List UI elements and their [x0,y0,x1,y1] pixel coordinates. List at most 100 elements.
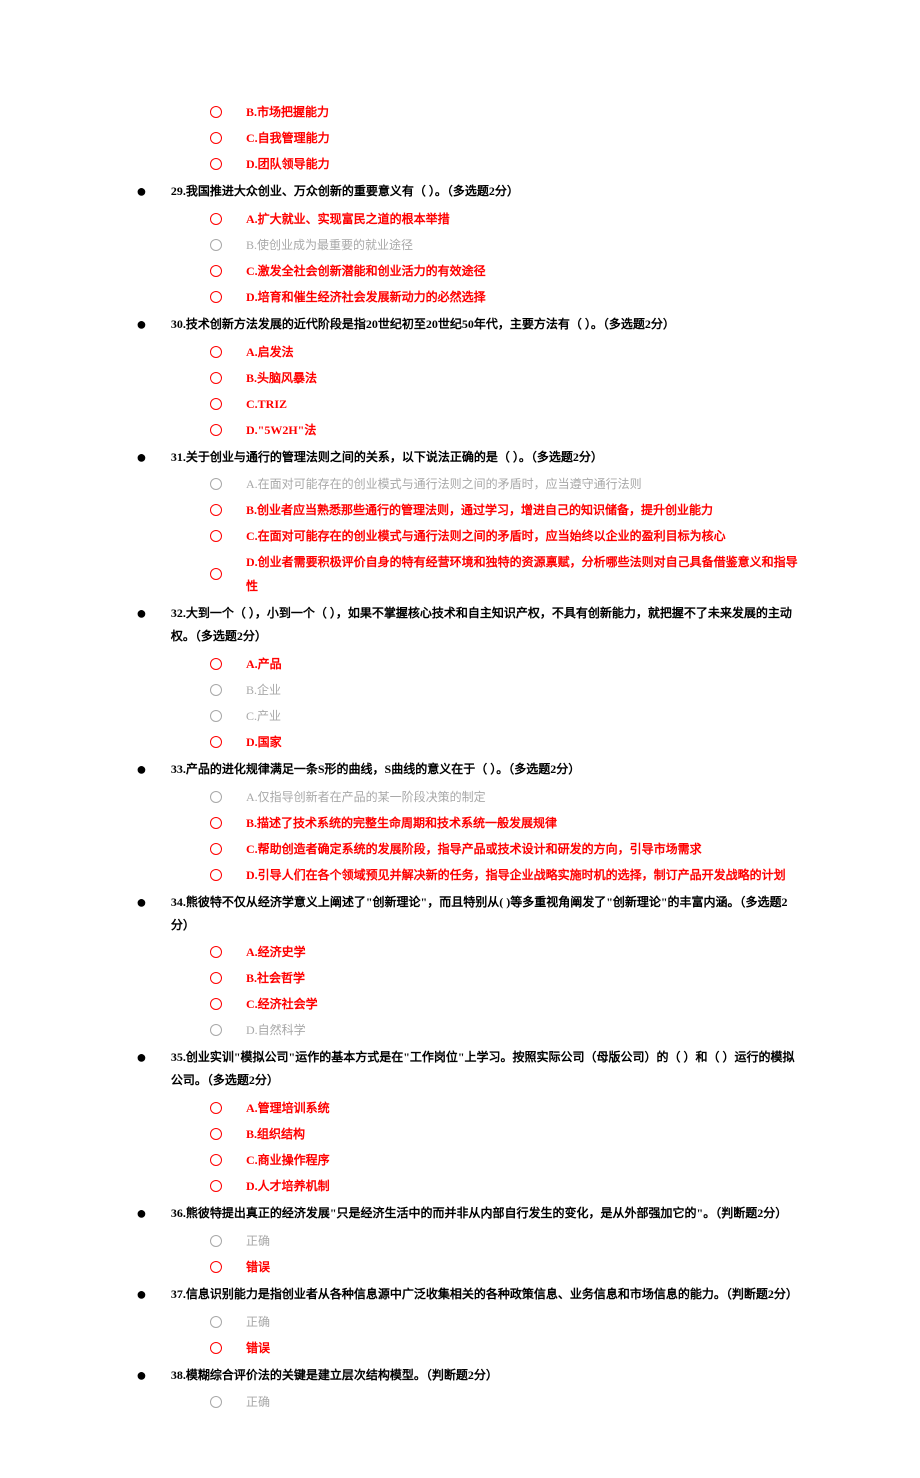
radio-circle-icon [210,504,222,516]
options-list: A.仅指导创新者在产品的某一阶段决策的制定B.描述了技术系统的完整生命周期和技术… [210,785,800,887]
option-row[interactable]: C.TRIZ [210,392,800,416]
question-block: ● 30.技术创新方法发展的近代阶段是指20世纪初至20世纪50年代，主要方法有（… [120,313,800,442]
option-row[interactable]: C.商业操作程序 [210,1148,800,1172]
option-row[interactable]: C.经济社会学 [210,992,800,1016]
option-row[interactable]: A.扩大就业、实现富民之道的根本举措 [210,207,800,231]
radio-circle-icon [210,1235,222,1247]
option-text: A.在面对可能存在的创业模式与通行法则之间的矛盾时，应当遵守通行法则 [246,472,642,496]
option-row[interactable]: B.头脑风暴法 [210,366,800,390]
option-text: A.经济史学 [246,940,306,964]
option-row[interactable]: A.管理培训系统 [210,1096,800,1120]
question-text: 30.技术创新方法发展的近代阶段是指20世纪初至20世纪50年代，主要方法有（ … [171,313,675,336]
question-block: ●34.熊彼特不仅从经济学意义上阐述了"创新理论"，而且特别从( )等多重视角阐… [120,891,800,1043]
radio-circle-icon [210,530,222,542]
option-row[interactable]: 正确 [210,1310,800,1334]
radio-circle-icon [210,239,222,251]
question-block: ●29.我国推进大众创业、万众创新的重要意义有（ ）。（多选题2分）A.扩大就业… [120,180,800,309]
radio-circle-icon [210,998,222,1010]
previous-question-options: B.市场把握能力C.自我管理能力D.团队领导能力 [210,100,800,176]
question-text: 32.大到一个（ ），小到一个（ ），如果不掌握核心技术和自主知识产权，不具有创… [171,602,800,648]
option-text: 错误 [246,1336,270,1360]
option-row[interactable]: D.自然科学 [210,1018,800,1042]
option-text: C.帮助创造者确定系统的发展阶段，指导产品或技术设计和研发的方向，引导市场需求 [246,837,702,861]
question-text: 35.创业实训"模拟公司"运作的基本方式是在"工作岗位"上学习。按照实际公司（母… [171,1046,800,1092]
option-row[interactable]: B.描述了技术系统的完整生命周期和技术系统一般发展规律 [210,811,800,835]
options-list: A.在面对可能存在的创业模式与通行法则之间的矛盾时，应当遵守通行法则B.创业者应… [210,472,800,598]
option-row[interactable]: A.仅指导创新者在产品的某一阶段决策的制定 [210,785,800,809]
radio-circle-icon [210,1128,222,1140]
bullet-icon: ● [136,763,147,775]
option-row[interactable]: 正确 [210,1229,800,1253]
option-row[interactable]: B.市场把握能力 [210,100,800,124]
radio-circle-icon [210,372,222,384]
radio-circle-icon [210,1261,222,1273]
option-row[interactable]: B.创业者应当熟悉那些通行的管理法则，通过学习，增进自己的知识储备，提升创业能力 [210,498,800,522]
option-row[interactable]: C.激发全社会创新潜能和创业活力的有效途径 [210,259,800,283]
option-row[interactable]: B.组织结构 [210,1122,800,1146]
option-row[interactable]: 错误 [210,1255,800,1279]
option-row[interactable]: C.产业 [210,704,800,728]
bullet-icon: ● [136,318,147,330]
option-text: D.创业者需要积极评价自身的特有经营环境和独特的资源禀赋，分析哪些法则对自己具备… [246,550,800,598]
option-row[interactable]: C.自我管理能力 [210,126,800,150]
option-text: C.在面对可能存在的创业模式与通行法则之间的矛盾时，应当始终以企业的盈利目标为核… [246,524,726,548]
question-text-row: ●35.创业实训"模拟公司"运作的基本方式是在"工作岗位"上学习。按照实际公司（… [120,1046,800,1092]
option-text: D.人才培养机制 [246,1174,330,1198]
question-text: 38.模糊综合评价法的关键是建立层次结构模型。（判断题2分） [171,1364,498,1387]
option-row[interactable]: C.在面对可能存在的创业模式与通行法则之间的矛盾时，应当始终以企业的盈利目标为核… [210,524,800,548]
option-row[interactable]: D.创业者需要积极评价自身的特有经营环境和独特的资源禀赋，分析哪些法则对自己具备… [210,550,800,598]
question-text: 31.关于创业与通行的管理法则之间的关系，以下说法正确的是（ ）。（多选题2分） [171,446,603,469]
option-row[interactable]: D."5W2H"法 [210,418,800,442]
radio-circle-icon [210,568,222,580]
radio-circle-icon [210,1024,222,1036]
option-row[interactable]: 正确 [210,1390,800,1414]
option-row[interactable]: D.人才培养机制 [210,1174,800,1198]
question-text: 29.我国推进大众创业、万众创新的重要意义有（ ）。（多选题2分） [171,180,519,203]
option-text: A.扩大就业、实现富民之道的根本举措 [246,207,450,231]
option-text: B.组织结构 [246,1122,305,1146]
option-text: C.产业 [246,704,281,728]
option-text: A.产品 [246,652,282,676]
option-row[interactable]: B.使创业成为最重要的就业途径 [210,233,800,257]
option-row[interactable]: A.产品 [210,652,800,676]
options-list: 正确错误 [210,1310,800,1360]
option-text: B.市场把握能力 [246,100,329,124]
radio-circle-icon [210,946,222,958]
option-row[interactable]: B.社会哲学 [210,966,800,990]
option-row[interactable]: B.企业 [210,678,800,702]
radio-circle-icon [210,710,222,722]
option-text: B.创业者应当熟悉那些通行的管理法则，通过学习，增进自己的知识储备，提升创业能力 [246,498,713,522]
radio-circle-icon [210,265,222,277]
options-list: 正确 [210,1390,800,1414]
question-text: 37.信息识别能力是指创业者从各种信息源中广泛收集相关的各种政策信息、业务信息和… [171,1283,798,1306]
radio-circle-icon [210,684,222,696]
option-text: B.社会哲学 [246,966,305,990]
option-text: B.企业 [246,678,281,702]
option-row[interactable]: D.国家 [210,730,800,754]
option-row[interactable]: 错误 [210,1336,800,1360]
option-text: D.培育和催生经济社会发展新动力的必然选择 [246,285,486,309]
radio-circle-icon [210,791,222,803]
bullet-icon: ● [136,451,147,463]
option-text: C.TRIZ [246,392,287,416]
radio-circle-icon [210,106,222,118]
option-text: C.经济社会学 [246,992,318,1016]
bullet-icon: ● [136,896,147,908]
option-row[interactable]: C.帮助创造者确定系统的发展阶段，指导产品或技术设计和研发的方向，引导市场需求 [210,837,800,861]
option-row[interactable]: A.经济史学 [210,940,800,964]
question-text-row: ●37.信息识别能力是指创业者从各种信息源中广泛收集相关的各种政策信息、业务信息… [120,1283,800,1306]
option-row[interactable]: A.启发法 [210,340,800,364]
radio-circle-icon [210,346,222,358]
option-row[interactable]: D.培育和催生经济社会发展新动力的必然选择 [210,285,800,309]
option-row[interactable]: D.引导人们在各个领域预见并解决新的任务，指导企业战略实施时机的选择，制订产品开… [210,863,800,887]
question-text: 36.熊彼特提出真正的经济发展"只是经济生活中的而并非从内部自行发生的变化，是从… [171,1202,787,1225]
options-list: A.管理培训系统B.组织结构C.商业操作程序D.人才培养机制 [210,1096,800,1198]
radio-circle-icon [210,291,222,303]
radio-circle-icon [210,1316,222,1328]
option-text: D.自然科学 [246,1018,306,1042]
option-row[interactable]: D.团队领导能力 [210,152,800,176]
option-row[interactable]: A.在面对可能存在的创业模式与通行法则之间的矛盾时，应当遵守通行法则 [210,472,800,496]
radio-circle-icon [210,658,222,670]
option-text: 正确 [246,1310,270,1334]
question-text-row: ●33.产品的进化规律满足一条S形的曲线，S曲线的意义在于（ ）。（多选题2分） [120,758,800,781]
